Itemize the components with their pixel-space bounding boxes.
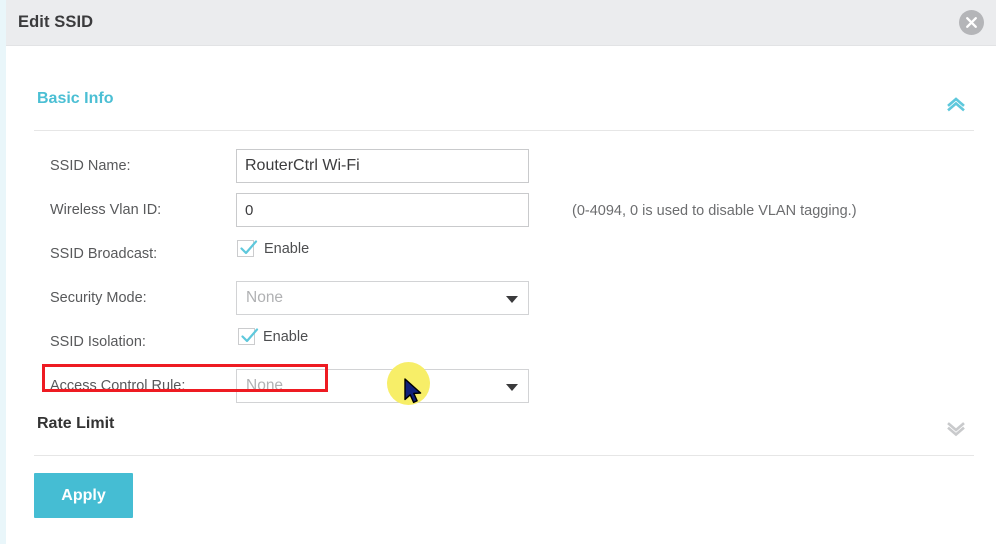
chevron-down-icon [506, 384, 518, 391]
access-control-rule-value: None [246, 377, 284, 394]
ssid-isolation-label: SSID Isolation: [50, 334, 146, 350]
field-row-wireless-vlan-id: Wireless Vlan ID: (0-4094, 0 is used to … [6, 193, 996, 237]
close-icon[interactable] [959, 10, 984, 35]
section-basic-info-title: Basic Info [37, 90, 114, 107]
access-control-rule-label: Access Control Rule: [50, 378, 186, 394]
section-basic-info-header: Basic Info [34, 84, 974, 131]
section-basic-info: Basic Info [34, 84, 974, 131]
chevron-down-icon [506, 296, 518, 303]
ssid-broadcast-checkbox-label: Enable [264, 240, 310, 257]
security-mode-select[interactable]: None [236, 281, 529, 315]
field-row-access-control-rule: Access Control Rule: None [6, 369, 996, 413]
chevron-double-down-icon[interactable] [944, 417, 968, 441]
dialog-header: Edit SSID [6, 0, 996, 46]
ssid-name-input[interactable] [236, 149, 529, 183]
section-rate-limit-header[interactable]: Rate Limit [34, 409, 974, 456]
chevron-double-up-icon[interactable] [944, 92, 968, 116]
access-control-rule-select[interactable]: None [236, 369, 529, 403]
ssid-isolation-checkbox-label: Enable [263, 328, 309, 345]
ssid-isolation-checkbox[interactable]: Enable [238, 328, 308, 345]
security-mode-label: Security Mode: [50, 290, 147, 306]
wireless-vlan-id-label: Wireless Vlan ID: [50, 202, 162, 218]
apply-button[interactable]: Apply [34, 473, 133, 518]
ssid-name-label: SSID Name: [50, 158, 131, 174]
section-rate-limit-title: Rate Limit [37, 415, 115, 432]
field-row-ssid-isolation: SSID Isolation: Enable [6, 325, 996, 369]
wireless-vlan-id-hint: (0-4094, 0 is used to disable VLAN taggi… [572, 203, 857, 219]
wireless-vlan-id-input[interactable] [236, 193, 529, 227]
field-row-ssid-name: SSID Name: [6, 149, 996, 193]
dialog-title: Edit SSID [18, 13, 94, 31]
ssid-broadcast-checkbox[interactable]: Enable [237, 240, 309, 257]
ssid-broadcast-label: SSID Broadcast: [50, 246, 158, 262]
checkmark-icon [238, 328, 259, 345]
dialog-body: Basic Info SSID Name: Wireless Vlan ID: [6, 46, 996, 544]
field-row-ssid-broadcast: SSID Broadcast: Enable [6, 237, 996, 281]
field-row-security-mode: Security Mode: None [6, 281, 996, 325]
edit-ssid-dialog: Edit SSID Basic Info SSID Name: RouterCt… [6, 0, 996, 544]
checkmark-icon [237, 240, 258, 257]
security-mode-value: None [246, 289, 284, 306]
section-rate-limit: Rate Limit [34, 409, 974, 456]
